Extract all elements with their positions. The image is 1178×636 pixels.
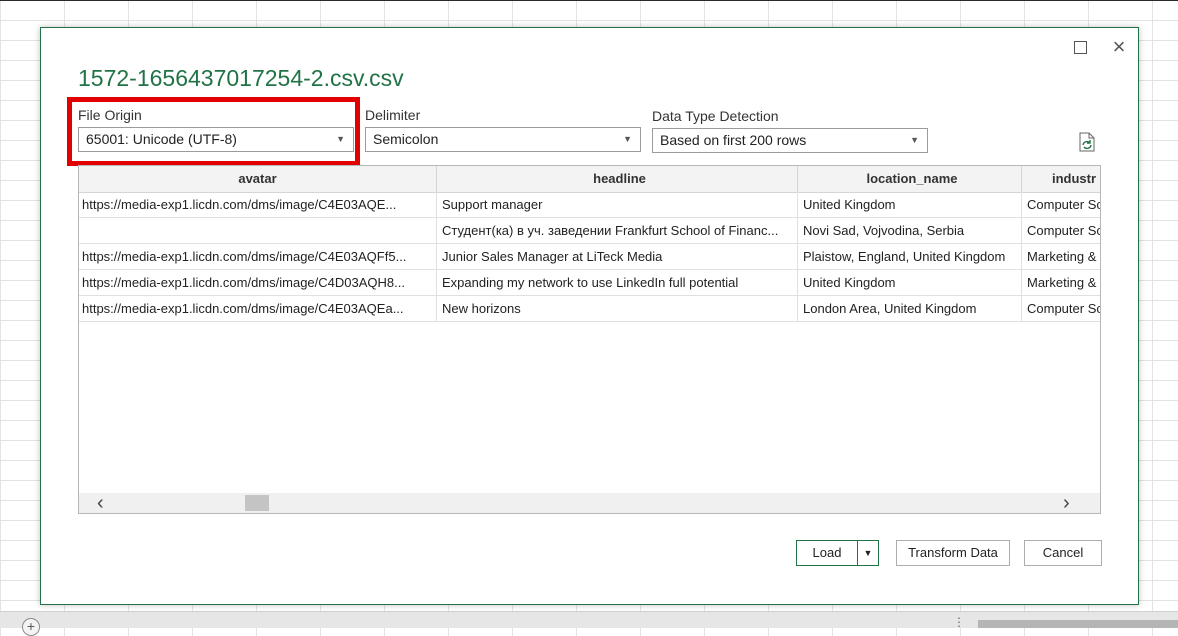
dialog-title: 1572-1656437017254-2.csv.csv bbox=[78, 65, 404, 91]
add-sheet-icon[interactable]: + bbox=[22, 618, 40, 636]
file-origin-highlight bbox=[67, 97, 360, 166]
table-cell: United Kingdom bbox=[798, 270, 1022, 296]
load-button-label[interactable]: Load bbox=[797, 541, 857, 565]
table-cell: Junior Sales Manager at LiTeck Media bbox=[437, 244, 798, 270]
table-row: https://media-exp1.licdn.com/dms/image/C… bbox=[79, 244, 1100, 270]
load-button[interactable]: Load ▼ bbox=[796, 540, 879, 566]
table-row: https://media-exp1.licdn.com/dms/image/C… bbox=[79, 270, 1100, 296]
table-cell: New horizons bbox=[437, 296, 798, 322]
table-cell: Support manager bbox=[437, 192, 798, 218]
chevron-down-icon: ▼ bbox=[910, 135, 919, 145]
refresh-icon[interactable] bbox=[1076, 131, 1098, 153]
table-row: https://media-exp1.licdn.com/dms/image/C… bbox=[79, 296, 1100, 322]
csv-import-dialog: × 1572-1656437017254-2.csv.csv File Orig… bbox=[40, 27, 1139, 605]
table-cell: Expanding my network to use LinkedIn ful… bbox=[437, 270, 798, 296]
close-button[interactable]: × bbox=[1108, 36, 1130, 58]
table-cell: Novi Sad, Vojvodina, Serbia bbox=[798, 218, 1022, 244]
window-top-edge bbox=[0, 0, 1178, 1]
data-type-detection-select[interactable]: Based on first 200 rows ▼ bbox=[652, 128, 928, 153]
table-cell: Marketing & bbox=[1022, 270, 1100, 296]
data-preview-grid: avatar headline location_name industr ht… bbox=[78, 165, 1101, 514]
table-cell: Plaistow, England, United Kingdom bbox=[798, 244, 1022, 270]
data-type-detection-label: Data Type Detection bbox=[652, 108, 779, 124]
table-cell: Студент(ка) в уч. заведении Frankfurt Sc… bbox=[437, 218, 798, 244]
column-header-headline: headline bbox=[437, 166, 798, 192]
sheet-tab-bar: + ⋮ bbox=[0, 611, 1178, 636]
delimiter-select[interactable]: Semicolon ▼ bbox=[365, 127, 641, 152]
table-cell bbox=[79, 218, 437, 244]
table-cell: Computer Sc bbox=[1022, 296, 1100, 322]
table-cell: https://media-exp1.licdn.com/dms/image/C… bbox=[79, 296, 437, 322]
table-cell: https://media-exp1.licdn.com/dms/image/C… bbox=[79, 270, 437, 296]
scroll-left-icon[interactable]: ‹ bbox=[97, 492, 104, 513]
maximize-icon bbox=[1073, 41, 1087, 54]
scrollbar-thumb[interactable] bbox=[245, 495, 269, 511]
cancel-button[interactable]: Cancel bbox=[1024, 540, 1102, 566]
table-cell: https://media-exp1.licdn.com/dms/image/C… bbox=[79, 244, 437, 270]
grid-header: avatar headline location_name industr bbox=[79, 166, 1100, 193]
column-header-industry: industr bbox=[1022, 166, 1100, 192]
chevron-down-icon[interactable]: ▼ bbox=[858, 541, 878, 565]
scroll-right-icon[interactable]: › bbox=[1063, 492, 1070, 513]
delimiter-value: Semicolon bbox=[373, 131, 439, 147]
table-cell: https://media-exp1.licdn.com/dms/image/C… bbox=[79, 192, 437, 218]
horizontal-scrollbar[interactable]: ‹ › bbox=[79, 492, 1100, 513]
table-row: https://media-exp1.licdn.com/dms/image/C… bbox=[79, 192, 1100, 218]
column-header-location-name: location_name bbox=[798, 166, 1022, 192]
column-header-avatar: avatar bbox=[79, 166, 437, 192]
data-type-detection-value: Based on first 200 rows bbox=[660, 132, 807, 148]
table-cell: Computer Sc bbox=[1022, 192, 1100, 218]
table-cell: London Area, United Kingdom bbox=[798, 296, 1022, 322]
chevron-down-icon: ▼ bbox=[623, 134, 632, 144]
table-cell: United Kingdom bbox=[798, 192, 1022, 218]
table-cell: Computer Sc bbox=[1022, 218, 1100, 244]
maximize-button[interactable] bbox=[1069, 36, 1091, 58]
transform-data-button[interactable]: Transform Data bbox=[896, 540, 1010, 566]
table-row: Студент(ка) в уч. заведении Frankfurt Sc… bbox=[79, 218, 1100, 244]
delimiter-label: Delimiter bbox=[365, 107, 421, 123]
table-cell: Marketing & bbox=[1022, 244, 1100, 270]
